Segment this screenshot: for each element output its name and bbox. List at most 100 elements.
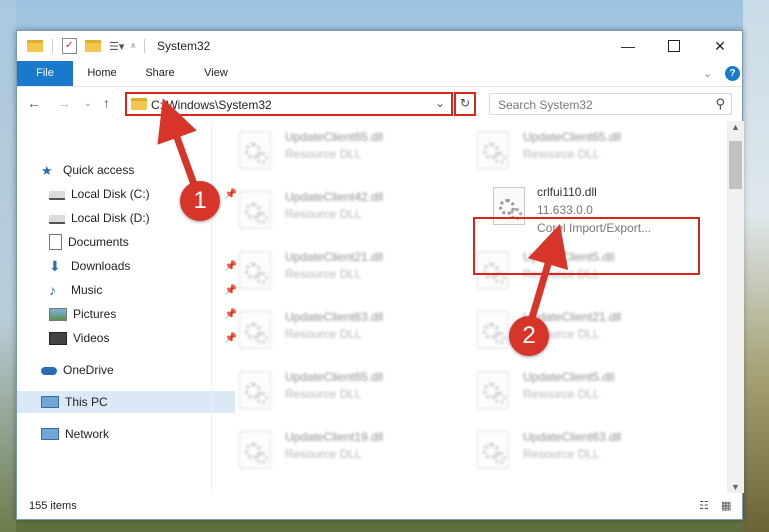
step-badge-2: 2	[509, 316, 549, 356]
dll-file-icon	[239, 251, 271, 289]
search-placeholder: Search System32	[498, 98, 593, 112]
vertical-scrollbar[interactable]: ▲ ▼	[727, 121, 744, 493]
recent-locations-icon[interactable]: ⌄	[84, 98, 92, 109]
folder-icon[interactable]	[27, 40, 43, 52]
toolbar-divider	[52, 39, 53, 53]
tab-file[interactable]: File	[17, 61, 73, 86]
sidebar-item-pictures[interactable]: Pictures 📌	[17, 303, 243, 325]
file-item[interactable]: UpdateClient63.dll Resource DLL	[467, 427, 687, 477]
network-icon	[41, 428, 59, 440]
sidebar-item-label: Local Disk (D:)	[71, 211, 150, 225]
properties-icon[interactable]: ✓	[62, 38, 77, 54]
file-item[interactable]: UpdateClient63.dll Resource DLL	[229, 307, 449, 357]
sidebar-item-network[interactable]: Network	[17, 423, 235, 445]
dll-file-icon	[477, 311, 509, 349]
refresh-button[interactable]: ↻	[454, 92, 476, 116]
scrollbar-thumb[interactable]	[729, 141, 742, 189]
tab-view[interactable]: View	[191, 61, 241, 86]
file-explorer-window: ✓ ☰▾ ⩡ System32 — ✕ File Home Share View…	[16, 30, 744, 520]
new-folder-icon[interactable]	[85, 40, 101, 52]
sidebar-item-label: Network	[65, 427, 110, 441]
dll-file-icon	[239, 311, 271, 349]
file-description: Resource DLL	[285, 147, 362, 161]
tab-home[interactable]: Home	[77, 61, 127, 86]
file-description: Resource DLL	[523, 147, 600, 161]
file-name: UpdateClient5.dll	[523, 370, 615, 384]
maximize-button[interactable]	[651, 31, 697, 61]
file-item[interactable]: UpdateClient65.dll Resource DLL	[229, 127, 449, 177]
close-button[interactable]: ✕	[697, 31, 743, 61]
file-name: UpdateClient42.dll	[285, 190, 384, 204]
tab-share[interactable]: Share	[135, 61, 185, 86]
star-icon: ★	[41, 163, 53, 178]
back-arrow-icon[interactable]: ←	[27, 95, 41, 111]
large-icons-view-icon[interactable]: ▦	[721, 499, 731, 512]
file-description: Resource DLL	[285, 447, 362, 461]
address-row: ← → ⌄ ↑ C:\Windows\System32 ⌄ ↻ Search S…	[17, 87, 742, 121]
sidebar-item-label: Downloads	[71, 259, 131, 273]
details-view-icon[interactable]: ☷	[699, 499, 709, 512]
desktop-background-right	[743, 0, 769, 532]
file-description: Resource DLL	[285, 387, 362, 401]
desktop-background-left	[0, 0, 16, 532]
file-item[interactable]: UpdateClient19.dll Resource DLL	[229, 427, 449, 477]
file-description: Resource DLL	[523, 447, 600, 461]
documents-icon	[49, 234, 62, 250]
scroll-down-icon[interactable]: ▼	[731, 482, 740, 492]
ribbon: File Home Share View ⌄ ?	[17, 61, 742, 87]
dll-file-icon	[477, 131, 509, 169]
search-input[interactable]: Search System32 ⚲	[489, 93, 732, 115]
address-bar[interactable]: C:\Windows\System32 ⌄	[125, 92, 453, 116]
dll-file-icon	[477, 371, 509, 409]
dll-file-icon	[239, 131, 271, 169]
sidebar-item-music[interactable]: ♪ Music 📌	[17, 279, 243, 301]
file-name: UpdateClient19.dll	[285, 430, 384, 444]
sidebar-item-label: Pictures	[73, 307, 117, 321]
title-bar: ✓ ☰▾ ⩡ System32 — ✕	[17, 31, 742, 61]
file-item[interactable]: UpdateClient21.dll Resource DLL	[467, 307, 687, 357]
file-item[interactable]: UpdateClient42.dll Resource DLL	[229, 187, 449, 237]
chevron-down-icon[interactable]: ⌄	[435, 96, 445, 110]
file-name: crlfui110.dll	[537, 185, 597, 199]
file-item[interactable]: UpdateClient65.dll Resource DLL	[467, 127, 687, 177]
sidebar-item-videos[interactable]: Videos 📌	[17, 327, 243, 349]
sidebar-item-quick-access[interactable]: ★ Quick access	[17, 159, 235, 181]
file-item[interactable]: UpdateClient65.dll Resource DLL	[229, 367, 449, 417]
drive-icon	[49, 215, 65, 224]
pictures-icon	[49, 307, 67, 321]
file-version: 11.633.0.0	[537, 203, 593, 217]
file-list: UpdateClient65.dll Resource DLL UpdateCl…	[213, 121, 727, 491]
pane-divider	[211, 121, 212, 491]
sidebar-item-label: Local Disk (C:)	[71, 187, 150, 201]
scroll-up-icon[interactable]: ▲	[731, 122, 740, 132]
sidebar-item-label: OneDrive	[63, 363, 114, 377]
window-title: System32	[157, 39, 211, 53]
file-item[interactable]: UpdateClient5.dll Resource DLL	[467, 367, 687, 417]
music-note-icon: ♪	[49, 282, 56, 298]
help-icon[interactable]: ?	[725, 66, 740, 81]
refresh-icon: ↻	[459, 96, 471, 110]
sidebar-item-label: Quick access	[63, 163, 135, 177]
sidebar-item-onedrive[interactable]: OneDrive	[17, 359, 235, 381]
dll-file-icon	[239, 191, 271, 229]
view-options-icon[interactable]: ☰▾	[109, 40, 124, 53]
expand-ribbon-icon[interactable]: ⌄	[703, 67, 712, 80]
up-arrow-icon[interactable]: ↑	[103, 95, 110, 111]
dll-file-icon	[239, 431, 271, 469]
search-icon: ⚲	[715, 96, 725, 111]
file-name: UpdateClient63.dll	[523, 430, 622, 444]
highlight-box	[473, 217, 700, 275]
navigation-pane: ★ Quick access Local Disk (C:) 📌 Local D…	[17, 121, 237, 491]
minimize-button[interactable]: —	[605, 31, 651, 61]
step-badge-1: 1	[180, 181, 220, 221]
sidebar-item-downloads[interactable]: ⬇ Downloads 📌	[17, 255, 243, 277]
forward-arrow-icon[interactable]: →	[57, 95, 71, 111]
drive-icon	[49, 191, 65, 200]
sidebar-item-this-pc[interactable]: This PC	[17, 391, 235, 413]
sidebar-item-documents[interactable]: Documents	[17, 231, 243, 253]
file-description: Resource DLL	[285, 207, 362, 221]
customize-toolbar-icon[interactable]: ⩡	[130, 41, 136, 52]
quick-access-toolbar: ✓ ☰▾ ⩡	[27, 38, 146, 54]
file-name: UpdateClient63.dll	[285, 310, 384, 324]
file-item[interactable]: UpdateClient21.dll Resource DLL	[229, 247, 449, 297]
